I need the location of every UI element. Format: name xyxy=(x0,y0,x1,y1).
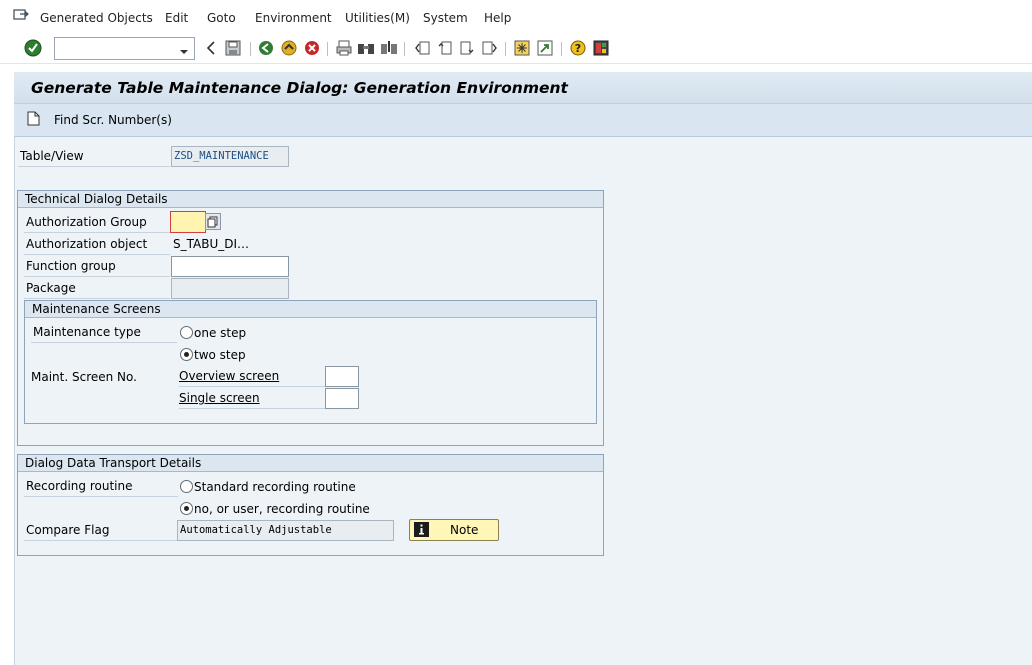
package-label: Package xyxy=(24,279,170,299)
no-user-recording-label: no, or user, recording routine xyxy=(194,502,370,516)
package-field[interactable] xyxy=(171,278,289,299)
previous-page-icon[interactable] xyxy=(436,39,454,57)
one-step-label: one step xyxy=(194,326,247,340)
system-menu-icon[interactable] xyxy=(13,8,29,22)
back-icon[interactable] xyxy=(257,39,275,57)
note-button[interactable]: Note xyxy=(409,519,499,541)
overview-screen-label[interactable]: Overview screen xyxy=(179,367,325,387)
find-next-icon[interactable] xyxy=(380,39,398,57)
standard-recording-label: Standard recording routine xyxy=(194,480,356,494)
dialog-data-transport-heading: Dialog Data Transport Details xyxy=(18,455,603,472)
standard-toolbar: ? xyxy=(0,34,1032,64)
table-view-label: Table/View xyxy=(18,147,170,167)
svg-text:?: ? xyxy=(575,42,581,55)
exit-icon[interactable] xyxy=(280,39,298,57)
cancel-icon[interactable] xyxy=(303,39,321,57)
menu-help[interactable]: Help xyxy=(484,11,511,25)
find-icon[interactable] xyxy=(357,39,375,57)
overview-screen-field[interactable] xyxy=(325,366,359,387)
single-screen-label[interactable]: Single screen xyxy=(179,389,325,409)
menu-utilities[interactable]: Utilities(M) xyxy=(345,11,410,25)
note-button-label: Note xyxy=(450,523,479,537)
menu-bar: Generated Objects Edit Goto Environment … xyxy=(0,0,1032,34)
print-icon[interactable] xyxy=(335,39,353,57)
menu-edit[interactable]: Edit xyxy=(165,11,188,25)
one-step-radio[interactable] xyxy=(180,326,193,339)
layout-menu-icon[interactable] xyxy=(592,39,610,57)
function-group-label: Function group xyxy=(24,257,170,277)
menu-system[interactable]: System xyxy=(423,11,468,25)
two-step-radio[interactable] xyxy=(180,348,193,361)
last-page-icon[interactable] xyxy=(480,39,498,57)
first-page-icon[interactable] xyxy=(414,39,432,57)
possible-entries-button[interactable] xyxy=(205,213,221,230)
menu-environment[interactable]: Environment xyxy=(255,11,332,25)
authorization-group-field[interactable] xyxy=(170,211,206,233)
help-icon[interactable]: ? xyxy=(569,39,587,57)
find-screen-numbers-button[interactable]: Find Scr. Number(s) xyxy=(54,113,172,127)
title-bar: Generate Table Maintenance Dialog: Gener… xyxy=(14,72,1032,104)
compare-flag-field[interactable]: Automatically Adjustable xyxy=(177,520,394,541)
maint-screen-no-label: Maint. Screen No. xyxy=(31,370,137,384)
authorization-object-value: S_TABU_DI… xyxy=(173,237,250,251)
application-toolbar: Find Scr. Number(s) xyxy=(14,104,1032,137)
create-session-icon[interactable] xyxy=(513,39,531,57)
menu-generated-objects[interactable]: Generated Objects xyxy=(40,11,153,25)
info-icon xyxy=(414,522,429,537)
maintenance-screens-heading: Maintenance Screens xyxy=(25,301,596,318)
table-view-field[interactable]: ZSD_MAINTENANCE xyxy=(171,146,289,167)
no-user-recording-radio[interactable] xyxy=(180,502,193,515)
document-icon[interactable] xyxy=(27,111,40,129)
chevron-down-icon[interactable] xyxy=(179,45,189,59)
next-page-icon[interactable] xyxy=(458,39,476,57)
menu-goto[interactable]: Goto xyxy=(207,11,236,25)
authorization-object-label: Authorization object xyxy=(24,235,170,255)
enter-icon[interactable] xyxy=(24,39,42,57)
single-screen-field[interactable] xyxy=(325,388,359,409)
maintenance-type-label: Maintenance type xyxy=(31,323,177,343)
back-arrow-icon[interactable] xyxy=(202,39,220,57)
standard-recording-radio[interactable] xyxy=(180,480,193,493)
command-field[interactable] xyxy=(54,37,195,60)
technical-dialog-details-heading: Technical Dialog Details xyxy=(18,191,603,208)
page-title: Generate Table Maintenance Dialog: Gener… xyxy=(31,79,568,97)
two-step-label: two step xyxy=(194,348,246,362)
recording-routine-label: Recording routine xyxy=(24,477,178,497)
authorization-group-label: Authorization Group xyxy=(24,213,170,233)
value-help-icon xyxy=(207,216,218,228)
compare-flag-label: Compare Flag xyxy=(24,521,178,541)
shortcut-icon[interactable] xyxy=(536,39,554,57)
function-group-field[interactable] xyxy=(171,256,289,277)
save-icon[interactable] xyxy=(224,39,242,57)
